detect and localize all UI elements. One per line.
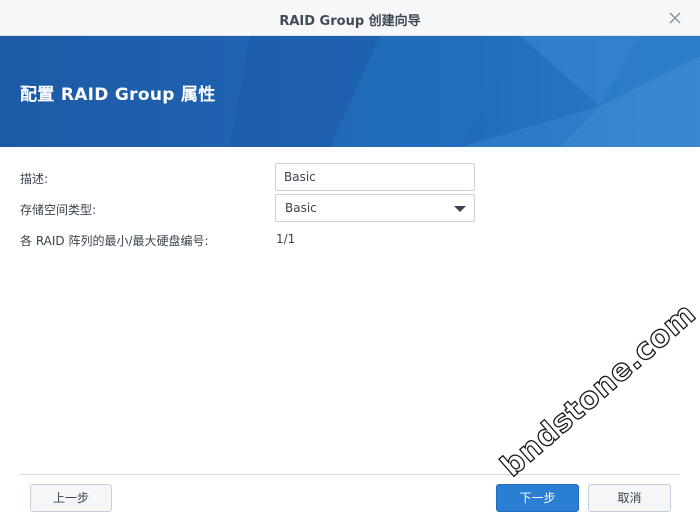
page-heading: 配置 RAID Group 属性 [20,85,216,105]
watermark-text: bndstone.com [494,300,698,484]
window-titlebar: RAID Group 创建向导 [0,0,700,36]
storage-type-selected: Basic [285,201,317,215]
description-row: 描述: [0,163,700,191]
description-input[interactable] [275,163,475,191]
next-button[interactable]: 下一步 [496,484,579,512]
disk-count-value: 1/1 [276,232,296,246]
cancel-button[interactable]: 取消 [588,484,671,512]
window-title: RAID Group 创建向导 [279,14,421,29]
back-button[interactable]: 上一步 [30,484,112,512]
footer-divider [20,474,680,475]
wizard-banner: 配置 RAID Group 属性 [0,36,700,147]
chevron-down-icon [454,206,466,212]
storage-type-label: 存储空间类型: [20,203,97,217]
description-label: 描述: [20,172,49,186]
disk-count-row: 各 RAID 阵列的最小/最大硬盘编号: 1/1 [0,225,700,253]
disk-count-label: 各 RAID 阵列的最小/最大硬盘编号: [20,234,209,248]
close-icon[interactable] [666,9,684,27]
watermark: bndstone.com [494,300,698,485]
storage-type-row: 存储空间类型: Basic [0,194,700,222]
storage-type-select[interactable]: Basic [275,194,475,222]
